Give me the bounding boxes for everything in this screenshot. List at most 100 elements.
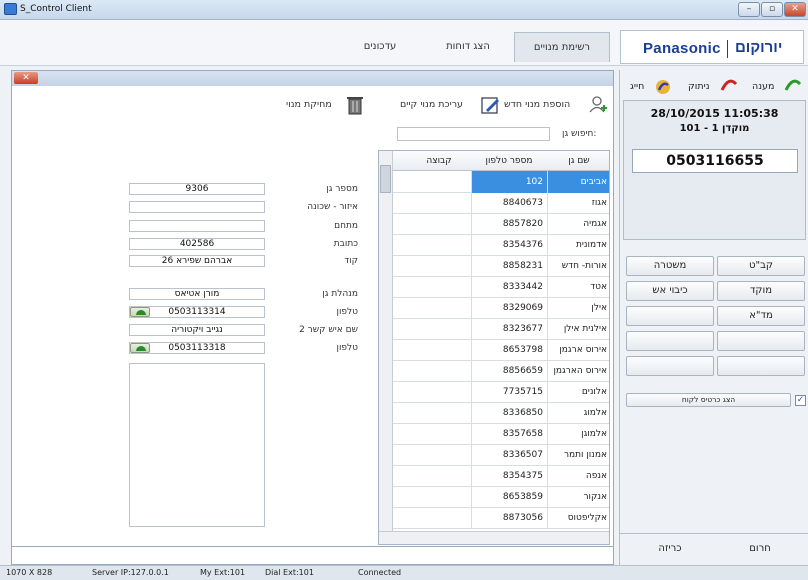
col-header-phone[interactable]: מספר טלפון: [471, 151, 547, 171]
alarm-button[interactable]: כריזה: [630, 543, 710, 554]
top-tab-bar: עדכונים הצג דוחות רשימת מנויים Panasonic…: [0, 20, 808, 66]
edit-subscriber-label: עריכת מנוי קיים: [400, 99, 464, 110]
cell-group: [407, 192, 471, 214]
manager-field[interactable]: מורן אטיאס: [129, 288, 265, 300]
close-button[interactable]: ✕: [784, 2, 806, 17]
call-manager-button[interactable]: [130, 307, 150, 317]
table-row[interactable]: אירוס הארגמן 8856659: [393, 360, 609, 382]
trash-icon: [347, 97, 363, 115]
dial-button[interactable]: חייג: [628, 76, 684, 98]
cell-garden-name: אביבים: [547, 171, 609, 193]
cell-group: [407, 171, 471, 193]
minimize-button[interactable]: –: [738, 2, 760, 17]
cell-group: [407, 339, 471, 361]
tab-subscribers[interactable]: רשימת מנויים: [514, 32, 610, 62]
table-row[interactable]: אטד 8333442: [393, 276, 609, 298]
table-row[interactable]: אלמוגן 8357658: [393, 423, 609, 445]
address-field[interactable]: 402586: [129, 238, 265, 250]
tab-reports[interactable]: הצג דוחות: [428, 32, 508, 62]
dial-number-field[interactable]: 0503116655: [632, 149, 798, 173]
cell-garden-name: אירוס הארגמן: [547, 360, 609, 382]
tab-updates[interactable]: עדכונים: [342, 32, 418, 62]
cell-group: [407, 381, 471, 403]
hangup-label: ניתוק: [688, 81, 710, 92]
table-row[interactable]: אנקור 8653859: [393, 486, 609, 508]
grid-header: שם גן מספר טלפון קבוצה: [393, 151, 609, 171]
quick-button-empty-2[interactable]: [717, 331, 805, 351]
grid-horizontal-scrollbar[interactable]: [379, 531, 609, 544]
mda-button[interactable]: מד"א: [717, 306, 805, 326]
col-header-group[interactable]: קבוצה: [407, 151, 471, 171]
cell-phone: 7735715: [471, 381, 547, 403]
col-header-name[interactable]: שם גן: [547, 151, 609, 171]
notes-area[interactable]: [129, 363, 265, 527]
table-row[interactable]: אקליפטוס 8873056: [393, 507, 609, 529]
table-row[interactable]: אמנון ותמר 8336507: [393, 444, 609, 466]
subscriber-panel: ✕ הוספת מנוי חדש עריכת מנוי קיים מחיקת מ…: [11, 70, 614, 565]
answer-button[interactable]: מענה: [746, 76, 806, 98]
show-card-checkbox[interactable]: ✓: [795, 395, 806, 406]
subscriber-grid[interactable]: שם גן מספר טלפון קבוצה אביבים 102 אגוז 8840…: [378, 150, 610, 545]
server-ip: Server IP:127.0.0.1: [92, 568, 169, 577]
extension-line: 101 - מוקדן 1: [679, 123, 750, 134]
my-extension: My Ext:101: [200, 568, 246, 577]
search-input[interactable]: [397, 127, 550, 141]
police-button[interactable]: משטרה: [626, 256, 714, 276]
kabat-button[interactable]: קב"ט: [717, 256, 805, 276]
quick-button-empty-3[interactable]: [626, 331, 714, 351]
district-field[interactable]: [129, 220, 265, 232]
logo-separator: [727, 40, 728, 58]
search-label: חיפוש גן:: [562, 129, 597, 139]
cell-phone: 8336850: [471, 402, 547, 424]
cell-garden-name: אגוז: [547, 192, 609, 214]
datetime: 28/10/2015 11:05:38: [650, 107, 779, 120]
table-row[interactable]: אילנית אילן 8323677: [393, 318, 609, 340]
cell-garden-name: אלמוג: [547, 402, 609, 424]
window-title: S_Control Client: [20, 4, 92, 14]
delete-subscriber-label: מחיקת מנוי: [286, 99, 332, 110]
table-row[interactable]: אילן 8329069: [393, 297, 609, 319]
garden-number-field[interactable]: 9306: [129, 183, 265, 195]
code-field[interactable]: אברהם שפירא 26: [129, 255, 265, 267]
cell-phone: 8354375: [471, 465, 547, 487]
cell-phone: 8856659: [471, 360, 547, 382]
emergency-button[interactable]: חרום: [720, 543, 800, 554]
fire-button[interactable]: כיבוי אש: [626, 281, 714, 301]
cell-group: [407, 234, 471, 256]
center-button[interactable]: מוקד: [717, 281, 805, 301]
table-row[interactable]: אנפה 8354375: [393, 465, 609, 487]
table-row[interactable]: אגוז 8840673: [393, 192, 609, 214]
cell-group: [407, 255, 471, 277]
district-label: מתחם: [334, 221, 358, 231]
show-customer-card-button[interactable]: הצג כרטיס לקוח: [626, 393, 791, 407]
contact2-field[interactable]: נגייב ויקטוריה: [129, 324, 265, 336]
table-row[interactable]: אירוס ארגמן 8653798: [393, 339, 609, 361]
dial-icon: [656, 80, 670, 94]
brand-logo: Panasonic יורוקום: [620, 30, 804, 64]
grid-vertical-scrollbar[interactable]: [379, 151, 393, 533]
call-panel: מענה ניתוק חייג 28/10/2015 11:05:38 101 …: [619, 70, 808, 565]
table-row[interactable]: אורות- חדש 8858231: [393, 255, 609, 277]
table-row[interactable]: אלמוג 8336850: [393, 402, 609, 424]
cell-phone: 8873056: [471, 507, 547, 529]
scroll-thumb[interactable]: [380, 165, 391, 193]
cell-garden-name: אילן: [547, 297, 609, 319]
table-row[interactable]: אגמיה 8857820: [393, 213, 609, 235]
cell-garden-name: אקליפטוס: [547, 507, 609, 529]
add-user-icon: [589, 96, 607, 113]
maximize-button[interactable]: ▫: [761, 2, 783, 17]
table-row[interactable]: אלונים 7735715: [393, 381, 609, 403]
cell-phone: 8840673: [471, 192, 547, 214]
quick-button-empty-1[interactable]: [626, 306, 714, 326]
quick-button-empty-4[interactable]: [717, 356, 805, 376]
quick-button-empty-5[interactable]: [626, 356, 714, 376]
add-subscriber-label: הוספת מנוי חדש: [504, 99, 571, 110]
table-row[interactable]: אדמונית 8354376: [393, 234, 609, 256]
area-field[interactable]: [129, 201, 265, 213]
panel-header: ✕: [12, 71, 613, 86]
panel-close-button[interactable]: ✕: [14, 72, 38, 84]
call-contact2-button[interactable]: [130, 343, 150, 353]
hangup-button[interactable]: ניתוק: [684, 76, 744, 98]
table-row[interactable]: אביבים 102: [393, 171, 609, 193]
screen-resolution: 1070 X 828: [6, 568, 53, 577]
